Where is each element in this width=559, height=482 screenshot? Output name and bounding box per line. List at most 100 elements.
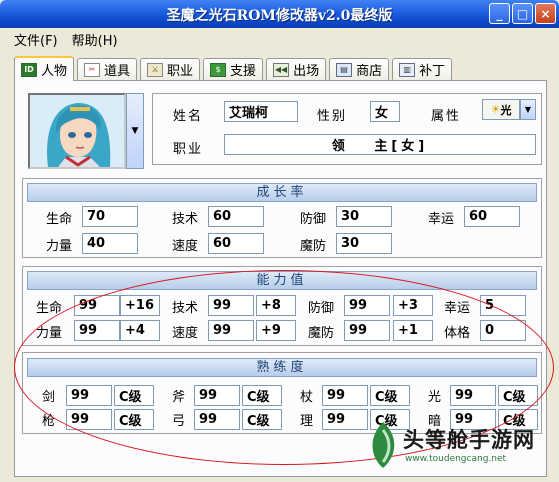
tab-shop[interactable]: ▤ 商店 [329,58,390,80]
ability-build-input[interactable]: 0 [480,320,526,341]
menu-bar: 文件(F) 帮助(H) [4,28,118,50]
prof-staff-label: 杖 [300,390,314,405]
ability-str-label: 力量 [36,326,63,341]
growth-def-input[interactable]: 30 [336,206,392,227]
portrait-dropdown-button[interactable]: ▼ [126,93,144,169]
minimize-button[interactable]: _ [489,3,510,24]
ability-str-bonus: +4 [120,320,160,341]
menu-help[interactable]: 帮助(H) [72,30,118,49]
prof-sword-input[interactable]: 99 [66,385,112,406]
ability-spd-input[interactable]: 99 [208,320,254,341]
growth-skill-label: 技术 [172,212,199,227]
growth-spd-label: 速度 [172,239,199,254]
ability-skill-input[interactable]: 99 [208,295,254,316]
tab-support[interactable]: $ 支援 [203,58,264,80]
growth-luck-label: 幸运 [428,212,455,227]
prof-anima-label: 理 [300,414,314,429]
attribute-value: 光 [500,103,512,117]
maximize-button[interactable]: □ [512,3,533,24]
ability-def-input[interactable]: 99 [344,295,390,316]
ability-res-input[interactable]: 99 [344,320,390,341]
prof-axe-label: 斧 [172,390,186,405]
ability-spd-label: 速度 [172,326,199,341]
attribute-select[interactable]: ☀ 光 [482,99,520,120]
menu-file[interactable]: 文件(F) [14,30,58,49]
prof-lance-label: 枪 [42,414,56,429]
growth-str-input[interactable]: 40 [82,233,138,254]
ability-def-bonus: +3 [393,295,433,316]
class-field[interactable]: 领 主[女] [224,134,536,155]
prof-anima-input[interactable]: 99 [322,409,368,430]
ability-res-label: 魔防 [308,326,335,341]
growth-str-label: 力量 [46,239,73,254]
ability-hp-input[interactable]: 99 [74,295,120,316]
character-portrait[interactable] [28,93,126,169]
prof-light-input[interactable]: 99 [450,385,496,406]
tab-class[interactable]: ⚔ 职业 [140,58,201,80]
growth-spd-input[interactable]: 60 [208,233,264,254]
ability-skill-bonus: +8 [256,295,296,316]
class-label: 职业 [173,142,204,157]
growth-res-input[interactable]: 30 [336,233,392,254]
watermark-logo-icon [372,422,395,468]
name-label: 姓名 [173,109,204,124]
prof-staff-input[interactable]: 99 [322,385,368,406]
gender-field[interactable]: 女 [370,101,400,122]
patch-icon: ▥ [399,62,416,77]
growth-res-label: 魔防 [300,239,327,254]
window-title: 圣魔之光石ROM修改器v2.0最终版 [166,8,393,24]
growth-hp-label: 生命 [46,212,73,227]
prof-light-rank[interactable]: C级 [498,385,538,406]
attribute-dropdown-button[interactable]: ▼ [520,99,536,120]
ability-def-label: 防御 [308,301,335,316]
triangle-down-icon: ▼ [524,105,532,114]
tab-deploy[interactable]: ◀◀ 出场 [266,58,327,80]
shop-icon: ▤ [336,62,353,77]
tab-label: 商店 [356,64,383,79]
money-icon: $ [210,62,227,77]
prof-axe-rank[interactable]: C级 [242,385,282,406]
growth-skill-input[interactable]: 60 [208,206,264,227]
gender-label: 性别 [317,109,348,124]
ability-luck-input[interactable]: 5 [480,295,526,316]
prof-bow-input[interactable]: 99 [194,409,240,430]
prof-bow-label: 弓 [172,414,186,429]
proficiency-heading: 熟练度 [27,358,537,377]
tab-items[interactable]: ✂ 道具 [77,58,138,80]
ability-res-bonus: +1 [393,320,433,341]
prof-lance-rank[interactable]: C级 [114,409,154,430]
close-button[interactable]: × [535,3,556,24]
prof-axe-input[interactable]: 99 [194,385,240,406]
name-field[interactable]: 艾瑞柯 [224,101,298,122]
ability-spd-bonus: +9 [256,320,296,341]
id-icon: ID [21,62,37,77]
sword-icon: ⚔ [147,62,164,77]
light-attribute-icon: ☀ [490,103,501,116]
growth-luck-input[interactable]: 60 [464,206,520,227]
tab-label: 职业 [167,64,194,79]
portrait-image [30,95,124,167]
prof-staff-rank[interactable]: C级 [370,385,410,406]
growth-hp-input[interactable]: 70 [82,206,138,227]
ability-str-input[interactable]: 99 [74,320,120,341]
tab-character[interactable]: ID 人物 [14,56,75,81]
ability-build-label: 体格 [444,326,471,341]
ability-hp-label: 生命 [36,301,63,316]
prof-sword-rank[interactable]: C级 [114,385,154,406]
prof-light-label: 光 [428,390,442,405]
prof-lance-input[interactable]: 99 [66,409,112,430]
growth-def-label: 防御 [300,212,327,227]
tab-label: 道具 [104,64,131,79]
tab-label: 出场 [293,64,320,79]
watermark-url: www.toudengcang.net [405,454,507,464]
watermark-text: 头等舱手游网 [403,427,535,452]
ability-hp-bonus: +16 [120,295,160,316]
arrow-icon: ◀◀ [273,62,290,77]
prof-bow-rank[interactable]: C级 [242,409,282,430]
watermark: 头等舱手游网 www.toudengcang.net [363,418,553,474]
tab-label: 人物 [41,64,68,79]
tab-label: 支援 [230,64,257,79]
tab-patch[interactable]: ▥ 补丁 [392,58,453,80]
ability-skill-label: 技术 [172,301,199,316]
prof-sword-label: 剑 [42,390,56,405]
